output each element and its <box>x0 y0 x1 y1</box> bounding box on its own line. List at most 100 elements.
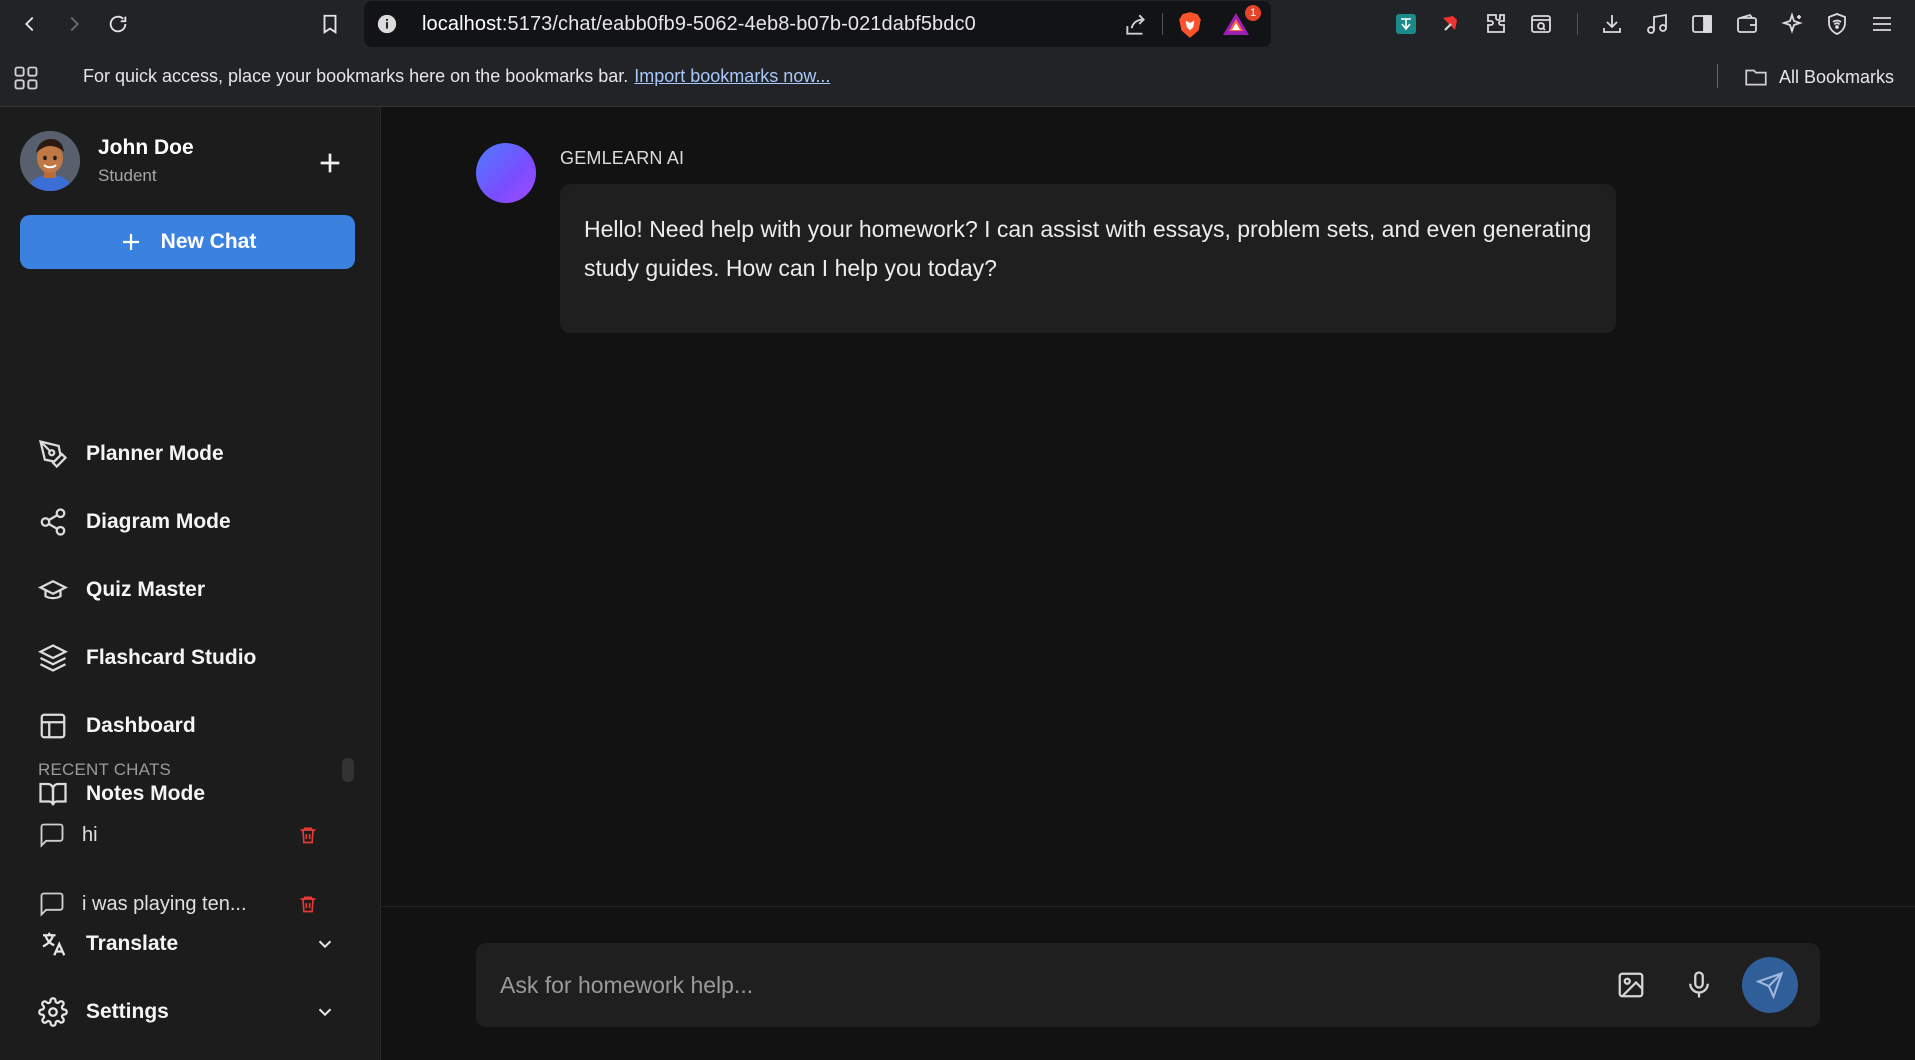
extension-pin-button[interactable] <box>1437 10 1465 38</box>
media-button[interactable] <box>1643 10 1671 38</box>
download-icon <box>1603 15 1621 33</box>
rewards-badge: 1 <box>1245 5 1261 21</box>
assistant-name: GEMLEARN AI <box>560 148 685 168</box>
extensions-button[interactable] <box>1482 10 1510 38</box>
leo-ai-button[interactable] <box>1778 10 1806 38</box>
main-menu-button[interactable] <box>1868 10 1896 38</box>
divider <box>1162 13 1163 35</box>
site-info-icon[interactable] <box>376 13 398 35</box>
all-bookmarks-label: All Bookmarks <box>1779 66 1895 87</box>
extension-icon <box>1396 14 1416 34</box>
downloads-button[interactable] <box>1598 10 1626 38</box>
send-button[interactable] <box>1742 957 1798 1013</box>
sparkle-icon <box>1781 12 1803 34</box>
recent-chats-scrollbar[interactable] <box>342 758 354 782</box>
graduation-cap-icon <box>38 579 68 600</box>
brave-shields-icon[interactable] <box>1177 11 1203 39</box>
settings-section[interactable]: Settings <box>38 994 338 1030</box>
chevron-down-icon <box>318 940 332 949</box>
pin-extension-icon <box>1443 16 1457 31</box>
chat-area: GEMLEARN AI Hello! Need help with your h… <box>382 107 1915 1060</box>
translate-icon <box>42 932 66 956</box>
recent-chat-item[interactable]: hi <box>38 818 338 852</box>
bookmarks-divider <box>1717 64 1718 88</box>
sidebar-toggle-button[interactable] <box>1688 10 1716 38</box>
recent-chat-label: i was playing ten... <box>82 892 247 915</box>
menu-item-label: Dashboard <box>86 714 196 737</box>
layers-icon <box>38 644 68 672</box>
recent-chat-item[interactable]: i was playing ten... <box>38 887 338 921</box>
message-composer <box>476 943 1820 1027</box>
wallet-button[interactable] <box>1733 10 1761 38</box>
sidebar-icon <box>1692 15 1712 33</box>
composer-divider <box>382 906 1915 907</box>
folder-icon <box>1745 69 1767 86</box>
address-bar[interactable]: localhost:5173/chat/eabb0fb9-5062-4eb8-b… <box>364 1 1271 47</box>
extension-translate-button[interactable] <box>1392 10 1420 38</box>
plus-icon <box>122 234 139 250</box>
assistant-message: Hello! Need help with your homework? I c… <box>560 184 1616 333</box>
vpn-button[interactable] <box>1823 10 1851 38</box>
url-host: localhost <box>422 13 502 35</box>
menu-item-flashcard-studio[interactable]: Flashcard Studio <box>38 638 256 678</box>
settings-label: Settings <box>86 1000 169 1023</box>
share-icon[interactable] <box>1123 12 1149 38</box>
translate-label: Translate <box>86 932 179 955</box>
reading-mode-button[interactable] <box>1527 10 1555 38</box>
user-avatar-icon <box>20 131 80 191</box>
menu-item-dashboard[interactable]: Dashboard <box>38 706 196 746</box>
search-page-icon <box>1531 15 1551 33</box>
menu-item-planner-mode[interactable]: Planner Mode <box>38 434 224 474</box>
user-info: John Doe Student <box>98 136 194 186</box>
message-input[interactable] <box>500 961 1580 1009</box>
microphone-icon[interactable] <box>1684 970 1714 1000</box>
reload-button[interactable] <box>102 8 134 40</box>
hamburger-menu-icon <box>1873 17 1891 31</box>
menu-item-label: Flashcard Studio <box>86 646 257 669</box>
add-button[interactable] <box>314 147 346 179</box>
url-text[interactable]: localhost:5173/chat/eabb0fb9-5062-4eb8-b… <box>422 13 976 36</box>
apps-grid-icon[interactable] <box>12 64 40 92</box>
translate-section[interactable]: Translate <box>38 926 338 962</box>
bookmark-button[interactable] <box>314 8 346 40</box>
back-button[interactable] <box>14 8 46 40</box>
avatar <box>20 131 80 191</box>
gear-icon <box>38 997 68 1027</box>
user-name: John Doe <box>98 136 194 159</box>
chevron-right-icon <box>70 16 79 32</box>
sidebar: John Doe Student New Chat Planner Mode D… <box>0 107 381 1060</box>
send-icon <box>1756 971 1784 999</box>
plus-icon <box>320 153 340 173</box>
menu-item-quiz-master[interactable]: Quiz Master <box>38 570 205 610</box>
trash-icon[interactable] <box>298 825 318 845</box>
menu-item-label: Diagram Mode <box>86 510 231 533</box>
toolbar-divider <box>1577 13 1578 35</box>
shield-wifi-icon <box>1828 13 1846 35</box>
music-icon <box>1647 13 1667 34</box>
menu-item-label: Notes Mode <box>86 782 206 805</box>
user-role: Student <box>98 166 157 185</box>
trash-icon[interactable] <box>298 894 318 914</box>
menu-item-label: Planner Mode <box>86 442 224 465</box>
bookmarks-bar: For quick access, place your bookmarks h… <box>0 49 1915 107</box>
user-profile[interactable]: John Doe Student <box>20 131 194 191</box>
menu-item-diagram-mode[interactable]: Diagram Mode <box>38 502 231 542</box>
menu-item-notes-mode[interactable]: Notes Mode <box>38 774 205 814</box>
import-bookmarks-link[interactable]: Import bookmarks now... <box>634 66 830 86</box>
all-bookmarks-button[interactable]: All Bookmarks <box>1743 64 1894 90</box>
new-chat-button[interactable]: New Chat <box>20 215 355 269</box>
recent-chat-label: hi <box>82 823 98 846</box>
bookmarks-bar-message: For quick access, place your bookmarks h… <box>83 66 830 87</box>
forward-button[interactable] <box>58 8 90 40</box>
puzzle-icon <box>1487 14 1505 33</box>
url-path: :5173/chat/eabb0fb9-5062-4eb8-b07b-021da… <box>501 13 976 35</box>
reload-icon <box>109 15 127 33</box>
chevron-left-icon <box>25 16 34 32</box>
assistant-message-text: Hello! Need help with your homework? I c… <box>584 216 1592 281</box>
share-nodes-icon <box>40 508 66 536</box>
bookmark-icon <box>323 14 337 34</box>
brave-rewards-button[interactable]: 1 <box>1221 5 1261 41</box>
pen-tool-icon <box>38 439 68 469</box>
image-upload-icon[interactable] <box>1616 970 1646 1000</box>
book-open-icon <box>39 782 67 806</box>
